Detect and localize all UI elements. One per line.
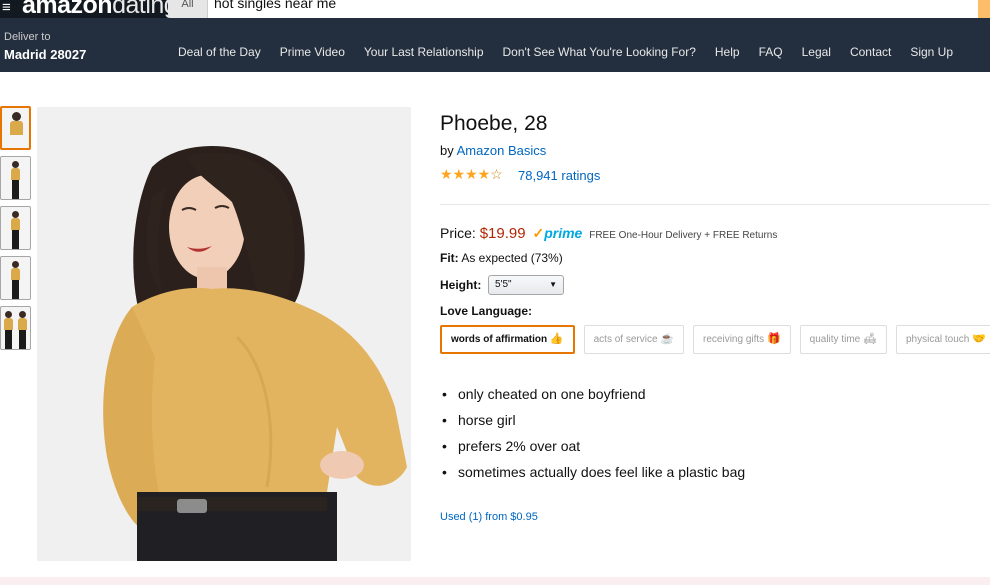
list-item: only cheated on one boyfriend — [442, 386, 745, 402]
list-item: prefers 2% over oat — [442, 438, 745, 454]
list-item: sometimes actually does feel like a plas… — [442, 464, 745, 480]
thumbnail-list — [0, 106, 31, 356]
love-language-option-time[interactable]: quality time 🛋 — [799, 325, 887, 354]
empty-star-icon: ☆ — [490, 166, 503, 182]
love-language-options: words of affirmation 👍 acts of service ☕… — [440, 325, 990, 354]
list-item: horse girl — [442, 412, 745, 428]
thumbnail-image[interactable] — [0, 306, 31, 350]
nav-legal[interactable]: Legal — [802, 45, 831, 59]
love-language-label: Love Language: — [440, 304, 533, 318]
nav-sign-up[interactable]: Sign Up — [910, 45, 953, 59]
logo-text: amazon — [22, 0, 113, 19]
thumbnail-image[interactable] — [0, 206, 31, 250]
thumbnail-image[interactable] — [0, 156, 31, 200]
dropdown-arrow-icon: ▼ — [549, 280, 557, 289]
filled-stars-icon: ★★★★ — [440, 166, 491, 182]
search-bar: All — [168, 0, 990, 18]
option-label: receiving gifts — [703, 334, 765, 345]
couch-icon: 🛋 — [863, 333, 877, 345]
brand-byline: by Amazon Basics — [440, 143, 546, 158]
price-value: $19.99 — [479, 225, 526, 242]
woman-photo — [37, 107, 411, 561]
ratings-count-link[interactable]: 78,941 ratings — [518, 168, 600, 183]
height-label: Height: — [440, 278, 482, 292]
price-row: Price: $19.99 ✓prime FREE One-Hour Deliv… — [440, 225, 777, 242]
prime-check-icon: ✓ — [532, 225, 545, 241]
nav-prime-video[interactable]: Prime Video — [280, 45, 345, 59]
option-label: words of affirmation — [451, 334, 548, 345]
height-dropdown[interactable]: 5'5" ▼ — [488, 275, 564, 295]
feature-bullets: only cheated on one boyfriend horse girl… — [442, 386, 745, 490]
thumbnail-image[interactable] — [0, 106, 31, 150]
hamburger-menu-icon[interactable]: ≡ — [2, 0, 11, 15]
option-label: acts of service — [593, 334, 658, 345]
love-language-option-service[interactable]: acts of service ☕ — [583, 325, 685, 354]
love-language-option-words[interactable]: words of affirmation 👍 — [440, 325, 575, 354]
gift-icon: 🎁 — [766, 333, 781, 345]
fit-value: As expected (73%) — [461, 251, 563, 265]
thumbnail-image[interactable] — [0, 256, 31, 300]
nav-contact[interactable]: Contact — [850, 45, 891, 59]
fit-row: Fit: As expected (73%) — [440, 251, 563, 265]
price-label: Price: — [440, 225, 476, 241]
coffee-icon: ☕ — [660, 333, 675, 345]
divider — [440, 204, 990, 205]
amazon-dating-logo[interactable]: amazondating — [22, 0, 178, 20]
search-button[interactable] — [978, 0, 990, 18]
nav-bar: Deliver to Madrid 28027 Deal of the Day … — [0, 18, 990, 72]
nav-deal-of-the-day[interactable]: Deal of the Day — [178, 45, 261, 59]
handshake-icon: 🤝 — [972, 333, 986, 345]
deliver-location[interactable]: Madrid 28027 — [4, 47, 86, 62]
option-label: physical touch — [905, 334, 970, 345]
fit-label: Fit: — [440, 251, 459, 265]
top-bar: ≡ amazondating All — [0, 0, 990, 20]
nav-last-relationship[interactable]: Your Last Relationship — [364, 45, 484, 59]
prime-label: prime — [544, 225, 583, 241]
search-input[interactable] — [214, 0, 914, 11]
love-language-option-gifts[interactable]: receiving gifts 🎁 — [693, 325, 791, 354]
product-main-image[interactable] — [37, 107, 411, 561]
love-language-option-touch[interactable]: physical touch 🤝 — [895, 325, 990, 354]
search-category-dropdown[interactable]: All — [168, 0, 208, 18]
delivery-info: FREE One-Hour Delivery + FREE Returns — [589, 230, 778, 241]
bottom-strip — [0, 577, 990, 585]
nav-faq[interactable]: FAQ — [759, 45, 783, 59]
deliver-to-label[interactable]: Deliver to — [4, 31, 50, 43]
option-label: quality time — [809, 334, 861, 345]
brand-link[interactable]: Amazon Basics — [457, 143, 547, 158]
thumbs-up-icon: 👍 — [549, 333, 564, 345]
nav-help[interactable]: Help — [715, 45, 740, 59]
used-offer-link[interactable]: Used (1) from $0.95 — [440, 511, 538, 523]
height-value: 5'5" — [495, 279, 512, 290]
prime-badge: ✓prime — [532, 225, 582, 241]
star-rating[interactable]: ★★★★☆ — [440, 166, 503, 183]
nav-links: Deal of the Day Prime Video Your Last Re… — [178, 45, 953, 59]
nav-dont-see[interactable]: Don't See What You're Looking For? — [503, 45, 696, 59]
product-title: Phoebe, 28 — [440, 112, 548, 135]
by-prefix: by — [440, 143, 454, 158]
